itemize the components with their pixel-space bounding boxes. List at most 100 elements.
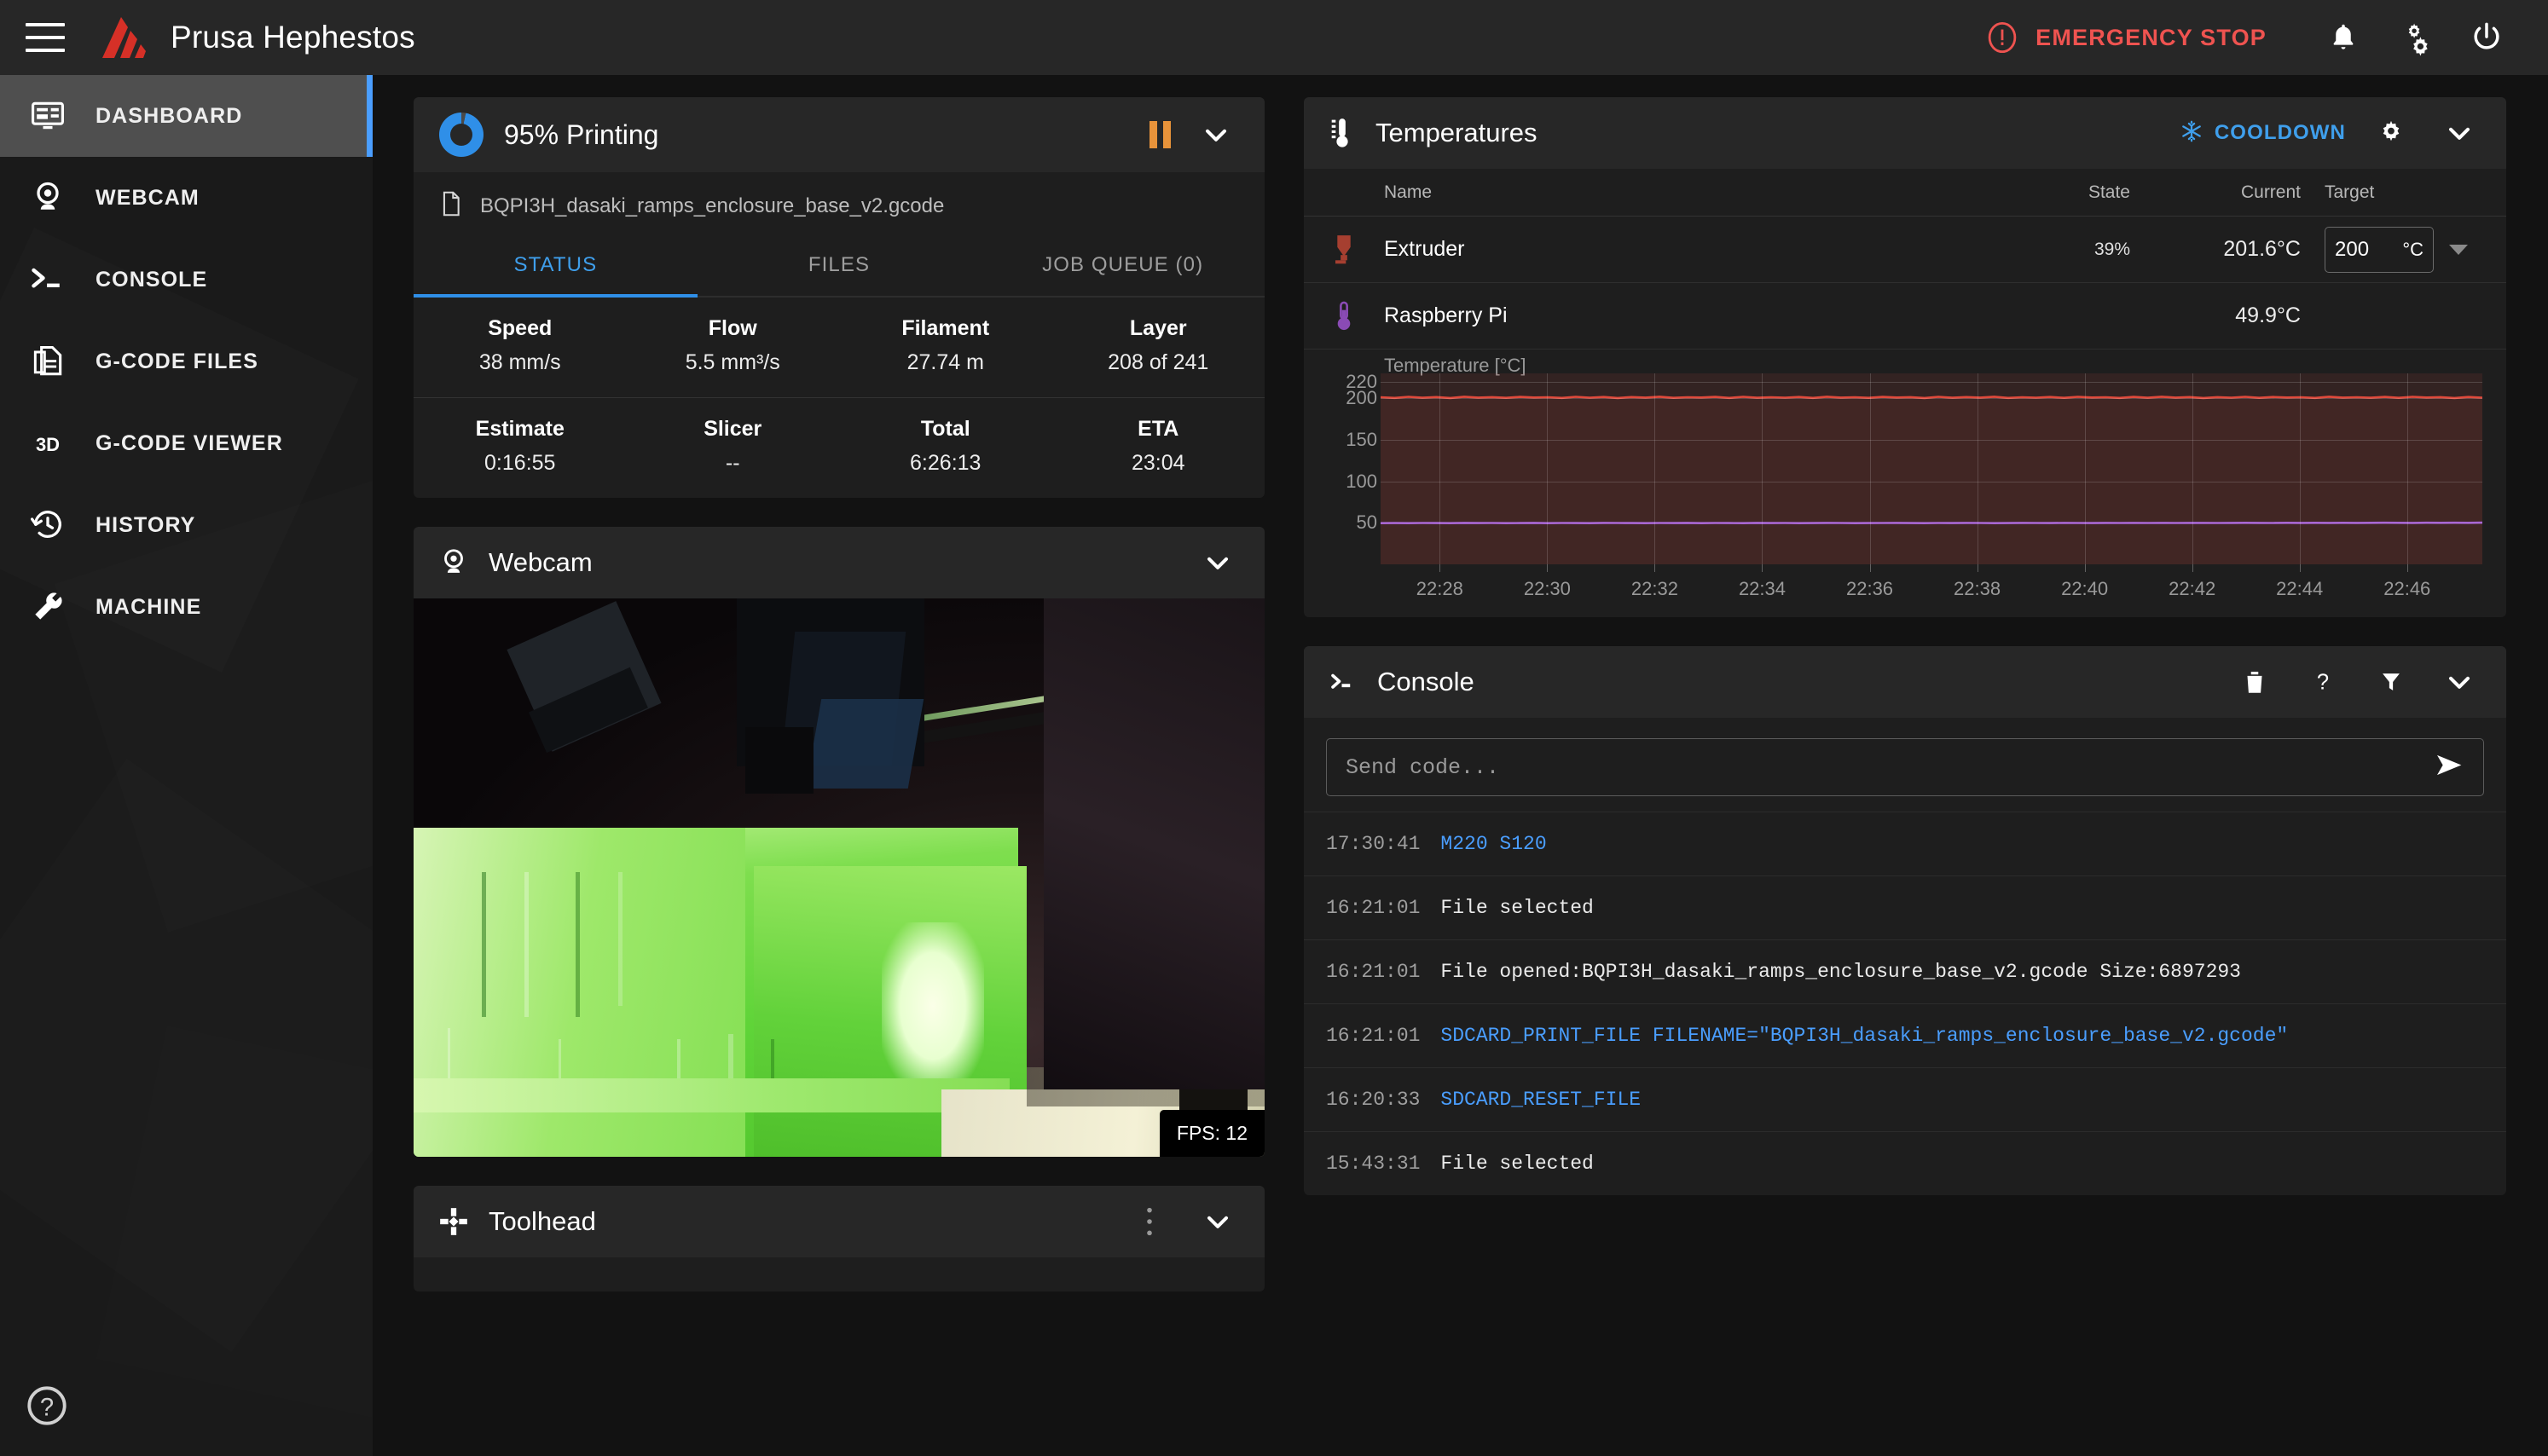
webcam-card: Webcam FPS: 12 (414, 527, 1265, 1157)
log-timestamp: 16:21:01 (1326, 961, 1421, 983)
chart-gridline-v (2299, 373, 2301, 564)
help-circle-icon[interactable]: ? (24, 1383, 70, 1429)
file-icon (439, 191, 463, 221)
toolhead-card: Toolhead (414, 1186, 1265, 1291)
stat-value: 0:16:55 (484, 451, 556, 475)
console-log-list[interactable]: 17:30:41 M220 S120 16:21:01 File selected 16… (1304, 812, 2506, 1195)
stat-value: 27.74 m (906, 350, 984, 374)
chart-x-tick-label: 22:44 (2276, 578, 2324, 599)
temperature-row-raspberry-pi[interactable]: Raspberry Pi 49.9°C (1304, 283, 2506, 350)
temperature-row-extruder[interactable]: Extruder 39% 201.6°C 200 °C (1304, 217, 2506, 283)
stat-value: 208 of 241 (1108, 350, 1209, 374)
webcam-stream-image[interactable]: FPS: 12 (414, 598, 1265, 1157)
print-status-card: 95% Printing BQPI3H_dasaki_ramps_enclosu… (414, 97, 1265, 498)
collapse-console-chevron-down-icon[interactable] (2436, 659, 2482, 705)
collapse-toolhead-chevron-down-icon[interactable] (1195, 1199, 1241, 1245)
snowflake-icon (2179, 118, 2204, 148)
power-icon[interactable] (2451, 2, 2522, 73)
tab-job-queue[interactable]: JOB QUEUE (0) (981, 236, 1265, 296)
chart-gridline-v (2192, 373, 2193, 564)
help-icon[interactable]: ? (2300, 659, 2346, 705)
temperature-chart: Temperature [°C] 22:28 22:30 22:32 22:34 22:… (1324, 355, 2486, 600)
cooldown-button[interactable]: COOLDOWN (2179, 118, 2346, 148)
wrench-icon (24, 583, 72, 631)
stat-key: Speed (488, 316, 553, 340)
sidebar-item-webcam[interactable]: WEBCAM (0, 157, 373, 239)
log-message: SDCARD_RESET_FILE (1440, 1089, 1642, 1111)
sidebar-item-label: DASHBOARD (96, 103, 243, 128)
target-temperature-input[interactable]: 200 °C (2325, 226, 2434, 273)
app-header: Prusa Hephestos EMERGENCY STOP (0, 0, 2548, 75)
stat-slicer: Slicer -- (626, 397, 839, 498)
tab-status[interactable]: STATUS (414, 236, 698, 298)
log-timestamp: 16:21:01 (1326, 897, 1421, 919)
temperatures-title: Temperatures (1375, 118, 1537, 147)
bell-icon[interactable] (2308, 2, 2379, 73)
hamburger-menu-icon[interactable] (26, 23, 65, 52)
dots-vertical-icon[interactable] (1126, 1199, 1173, 1245)
stat-key: Slicer (704, 417, 762, 441)
stat-value: -- (725, 451, 740, 475)
collapse-status-chevron-down-icon[interactable] (1193, 112, 1239, 158)
chart-x-tick-label: 22:38 (1954, 578, 2001, 599)
print-status-header: 95% Printing (414, 97, 1265, 172)
console-prompt-icon (24, 256, 72, 303)
chart-gridline-v (1439, 373, 1441, 564)
chart-y-tick-label: 50 (1356, 511, 1377, 534)
sensor-state: 39% (2093, 239, 2130, 259)
print-filename-row: BQPI3H_dasaki_ramps_enclosure_base_v2.gc… (414, 172, 1265, 236)
console-log-row: 16:21:01 SDCARD_PRINT_FILE FILENAME="BQPI… (1304, 1003, 2506, 1067)
emergency-stop-button[interactable]: EMERGENCY STOP (1984, 20, 2267, 55)
chart-gridline-v (2406, 373, 2408, 564)
collapse-temperatures-chevron-down-icon[interactable] (2436, 110, 2482, 156)
sidebar-item-dashboard[interactable]: DASHBOARD (0, 75, 373, 157)
log-message: M220 S120 (1440, 833, 1547, 855)
sensor-name-cell: Extruder (1304, 233, 1985, 267)
sidebar-item-history[interactable]: HISTORY (0, 484, 373, 566)
trash-icon[interactable] (2232, 659, 2278, 705)
alert-circle-icon (1988, 21, 2017, 54)
stat-layer: Layer 208 of 241 (1052, 298, 1265, 397)
send-arrow-icon[interactable] (2433, 751, 2467, 784)
sensor-name-cell: Raspberry Pi (1304, 300, 1985, 332)
chart-x-tick-label: 22:42 (2169, 578, 2216, 599)
chart-gridline-h (1381, 398, 2482, 400)
sensor-current: 49.9°C (2235, 303, 2301, 327)
filter-icon[interactable] (2368, 659, 2414, 705)
gear-icon[interactable] (2368, 110, 2414, 156)
collapse-webcam-chevron-down-icon[interactable] (1195, 540, 1241, 586)
stat-key: Estimate (475, 417, 565, 441)
target-value: 200 (2335, 237, 2370, 261)
pause-button[interactable] (1149, 121, 1171, 148)
stat-value: 38 mm/s (478, 350, 561, 374)
gears-icon[interactable] (2379, 2, 2451, 73)
log-timestamp: 16:20:33 (1326, 1089, 1421, 1111)
sidebar-item-gcode-files[interactable]: G-CODE FILES (0, 321, 373, 402)
header-actions: EMERGENCY STOP (1984, 2, 2548, 73)
sidebar-item-label: CONSOLE (96, 267, 208, 292)
sensor-target-cell: 200 °C (2301, 226, 2484, 273)
stat-eta: ETA 23:04 (1051, 397, 1265, 498)
log-message: File selected (1440, 897, 1594, 919)
sidebar-item-machine[interactable]: MACHINE (0, 566, 373, 648)
console-title: Console (1377, 667, 1474, 696)
chart-x-tick-label: 22:28 (1416, 578, 1463, 599)
chart-gridline-h (1381, 439, 2482, 441)
webcam-title: Webcam (489, 547, 593, 577)
chart-x-tick-label: 22:32 (1630, 578, 1678, 599)
thermometer-small-icon (1326, 300, 1362, 332)
console-input[interactable] (1326, 738, 2484, 796)
extruder-nozzle-icon (1326, 233, 1362, 267)
stat-total: Total 6:26:13 (839, 397, 1052, 498)
sidebar-item-console[interactable]: CONSOLE (0, 239, 373, 321)
history-clock-icon (24, 501, 72, 549)
sidebar-item-gcode-viewer[interactable]: 3D G-CODE VIEWER (0, 402, 373, 484)
col-current: Current (2240, 182, 2301, 202)
stat-key: Filament (901, 316, 990, 340)
progress-donut (439, 113, 484, 157)
target-preset-chevron-down-icon[interactable] (2449, 244, 2468, 255)
stat-value: 23:04 (1131, 451, 1185, 475)
sidebar-item-label: G-CODE VIEWER (96, 430, 283, 455)
tab-files[interactable]: FILES (698, 236, 982, 296)
webcam-header: Webcam (414, 527, 1265, 598)
